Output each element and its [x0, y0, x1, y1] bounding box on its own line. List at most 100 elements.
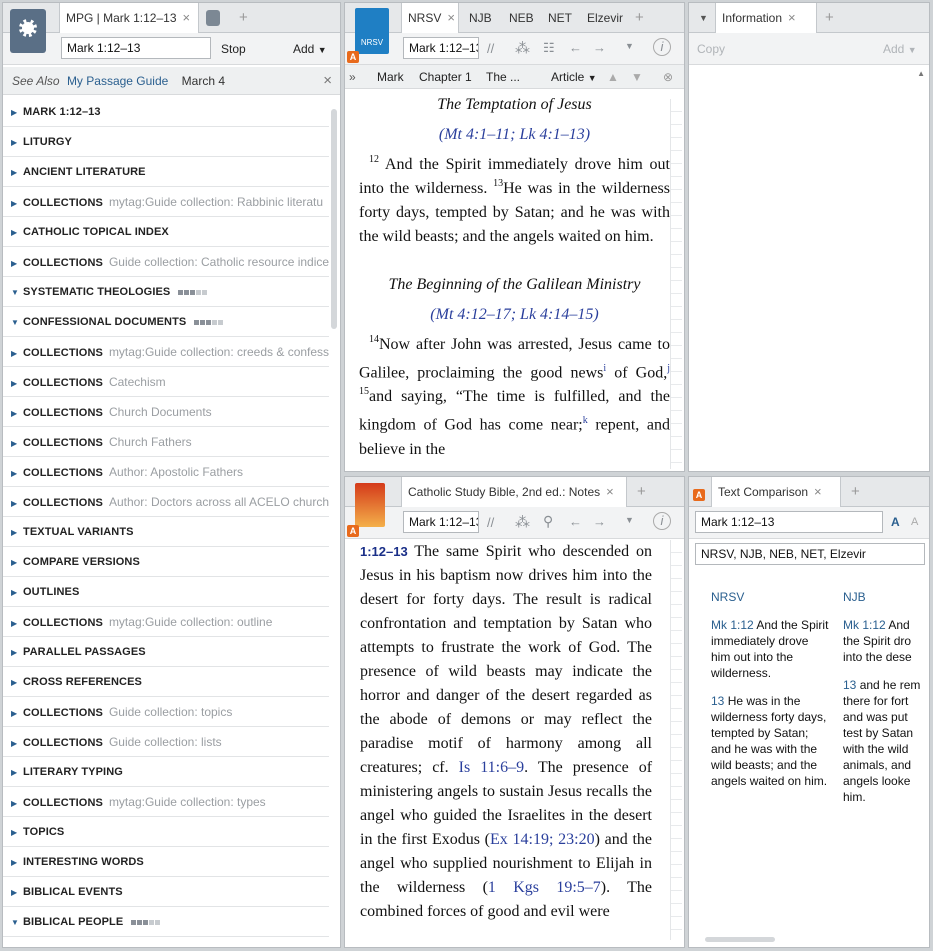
- close-icon[interactable]: ×: [323, 67, 332, 95]
- scroll-track[interactable]: [670, 540, 682, 940]
- info-icon[interactable]: i: [653, 512, 671, 530]
- article-dropdown[interactable]: Article ▼: [551, 65, 597, 90]
- guide-section-row[interactable]: ▶ COLLECTIONS Church Documents: [3, 397, 329, 427]
- collapsed-triangle-icon[interactable]: ▶: [11, 789, 23, 816]
- add-tab-button[interactable]: +: [851, 477, 860, 507]
- chevron-down-icon[interactable]: ▼: [699, 3, 708, 33]
- horizontal-scrollbar[interactable]: [705, 937, 775, 942]
- layout-icon[interactable]: [206, 10, 220, 26]
- tab-information[interactable]: Information ×: [715, 3, 817, 34]
- reference-input[interactable]: Mark 1:12–13: [695, 511, 883, 533]
- scroll-up-icon[interactable]: ▲: [917, 69, 925, 78]
- guide-section-row[interactable]: ▶ COMPARE VERSIONS: [3, 547, 329, 577]
- guide-section-row[interactable]: ▶ COLLECTIONS Author: Doctors across all A…: [3, 487, 329, 517]
- guide-section-row[interactable]: ▶ LITERARY TYPING: [3, 757, 329, 787]
- back-arrow-icon[interactable]: ←: [569, 514, 582, 529]
- collapsed-triangle-icon[interactable]: ▶: [11, 578, 23, 606]
- collapsed-triangle-icon[interactable]: ▶: [11, 668, 23, 696]
- guide-section-row[interactable]: ▶ PARALLEL PASSAGES: [3, 637, 329, 667]
- collapsed-triangle-icon[interactable]: ▶: [11, 699, 23, 726]
- collapsed-triangle-icon[interactable]: ▶: [11, 399, 23, 426]
- info-icon[interactable]: i: [653, 38, 671, 56]
- verse-reference[interactable]: Mk 1:12: [843, 618, 886, 632]
- guide-section-row[interactable]: ▶ COLLECTIONS Guide collection: topics: [3, 697, 329, 727]
- guide-section-row[interactable]: ▶ COLLECTIONS mytag:Guide collection: Rabb…: [3, 187, 329, 217]
- guide-section-row[interactable]: ▶ COLLECTIONS Guide collection: lists: [3, 727, 329, 757]
- guide-section-row[interactable]: ▶ BIBLICAL EVENTS: [3, 877, 329, 907]
- add-tab-button[interactable]: +: [635, 3, 644, 33]
- expanded-triangle-icon[interactable]: ▼: [11, 908, 23, 936]
- tab-text-comparison[interactable]: Text Comparison ×: [711, 477, 841, 508]
- guide-section-row[interactable]: ▶ COLLECTIONS mytag:Guide collection: cree…: [3, 337, 329, 367]
- book-cover-icon[interactable]: [355, 483, 385, 527]
- scripture-link[interactable]: Is 11:6–9: [459, 759, 524, 776]
- guide-section-row[interactable]: ▼ SYSTEMATIC THEOLOGIES: [3, 277, 329, 307]
- search-icon[interactable]: ⚲: [543, 513, 553, 530]
- guide-section-row[interactable]: ▶ MARK 1:12–13: [3, 97, 329, 127]
- scripture-link[interactable]: 1 Kgs 19:5–7: [488, 879, 601, 896]
- crumb-section[interactable]: The ...: [486, 65, 520, 89]
- collapsed-triangle-icon[interactable]: ▶: [11, 459, 23, 486]
- tab-elzevir[interactable]: Elzevir: [581, 3, 629, 33]
- see-also-link[interactable]: My Passage Guide: [67, 74, 168, 88]
- scripture-link[interactable]: Ex 14:19; 23:20: [490, 831, 595, 848]
- visual-filter-icon[interactable]: ⁂: [515, 39, 530, 57]
- collapsed-triangle-icon[interactable]: ▶: [11, 158, 23, 186]
- collapsed-triangle-icon[interactable]: ▶: [11, 729, 23, 756]
- guide-section-row[interactable]: ▶ CATHOLIC TOPICAL INDEX: [3, 217, 329, 247]
- add-tab-button[interactable]: +: [825, 3, 834, 33]
- guide-section-row[interactable]: ▶ COLLECTIONS Church Fathers: [3, 427, 329, 457]
- collapsed-triangle-icon[interactable]: ▶: [11, 339, 23, 366]
- footnote-marker[interactable]: i: [603, 363, 606, 374]
- reference-input[interactable]: Mark 1:12–13: [403, 511, 479, 533]
- copy-button[interactable]: Copy: [697, 33, 725, 65]
- close-icon[interactable]: ×: [788, 10, 796, 25]
- collapsed-triangle-icon[interactable]: ▶: [11, 429, 23, 456]
- parallel-icon[interactable]: //: [487, 41, 494, 56]
- guide-section-row[interactable]: ▶ CROSS REFERENCES: [3, 667, 329, 697]
- guide-section-row[interactable]: ▶ OUTLINES: [3, 577, 329, 607]
- back-arrow-icon[interactable]: ←: [569, 40, 582, 55]
- close-icon[interactable]: ×: [183, 10, 191, 25]
- close-icon[interactable]: ⊗: [663, 65, 673, 89]
- verse-reference[interactable]: 13: [843, 678, 856, 692]
- reference-input[interactable]: Mark 1:12–13: [403, 37, 479, 59]
- tab-neb[interactable]: NEB: [503, 3, 540, 33]
- add-button[interactable]: Add ▼: [293, 33, 327, 66]
- close-icon[interactable]: ×: [447, 10, 455, 25]
- guide-section-row[interactable]: ▶ LITURGY: [3, 127, 329, 157]
- guide-section-row[interactable]: ▶ INTERESTING WORDS: [3, 847, 329, 877]
- stop-button[interactable]: Stop: [221, 33, 246, 65]
- cross-reference[interactable]: (Mt 4:12–17; Lk 4:14–15): [359, 303, 670, 327]
- font-size-small-icon[interactable]: A: [911, 516, 918, 528]
- guide-section-row[interactable]: ▶ COLLECTIONS Guide collection: Catholic r…: [3, 247, 329, 277]
- bible-cover-icon[interactable]: NRSV: [355, 8, 389, 54]
- forward-arrow-icon[interactable]: →: [593, 514, 606, 529]
- dropdown-icon[interactable]: ▼: [625, 515, 634, 525]
- expand-icon[interactable]: »: [349, 65, 356, 89]
- collapsed-triangle-icon[interactable]: ▶: [11, 518, 23, 546]
- close-icon[interactable]: ×: [606, 484, 614, 499]
- library-logo-icon[interactable]: [10, 9, 46, 53]
- cross-reference[interactable]: (Mt 4:1–11; Lk 4:1–13): [359, 123, 670, 147]
- down-arrow-icon[interactable]: ▼: [631, 65, 643, 89]
- collapsed-triangle-icon[interactable]: ▶: [11, 218, 23, 246]
- versions-input[interactable]: NRSV, NJB, NEB, NET, Elzevir: [695, 543, 925, 565]
- collapsed-triangle-icon[interactable]: ▶: [11, 369, 23, 396]
- dropdown-icon[interactable]: ▼: [625, 41, 634, 51]
- outline-icon[interactable]: ☷: [543, 40, 555, 56]
- collapsed-triangle-icon[interactable]: ▶: [11, 189, 23, 216]
- collapsed-triangle-icon[interactable]: ▶: [11, 818, 23, 846]
- collapsed-triangle-icon[interactable]: ▶: [11, 758, 23, 786]
- font-size-icon[interactable]: A: [891, 515, 900, 529]
- verse-reference[interactable]: 13: [711, 694, 724, 708]
- guide-section-row[interactable]: ▶ COLLECTIONS Author: Apostolic Fathers: [3, 457, 329, 487]
- guide-section-row[interactable]: ▶ COLLECTIONS Catechism: [3, 367, 329, 397]
- verse-reference[interactable]: Mk 1:12: [711, 618, 754, 632]
- expanded-triangle-icon[interactable]: ▼: [11, 278, 23, 306]
- collapsed-triangle-icon[interactable]: ▶: [11, 249, 23, 276]
- tab-net[interactable]: NET: [542, 3, 578, 33]
- close-icon[interactable]: ×: [814, 484, 822, 499]
- guide-section-row[interactable]: ▶ TEXTUAL VARIANTS: [3, 517, 329, 547]
- add-tab-button[interactable]: +: [637, 477, 646, 507]
